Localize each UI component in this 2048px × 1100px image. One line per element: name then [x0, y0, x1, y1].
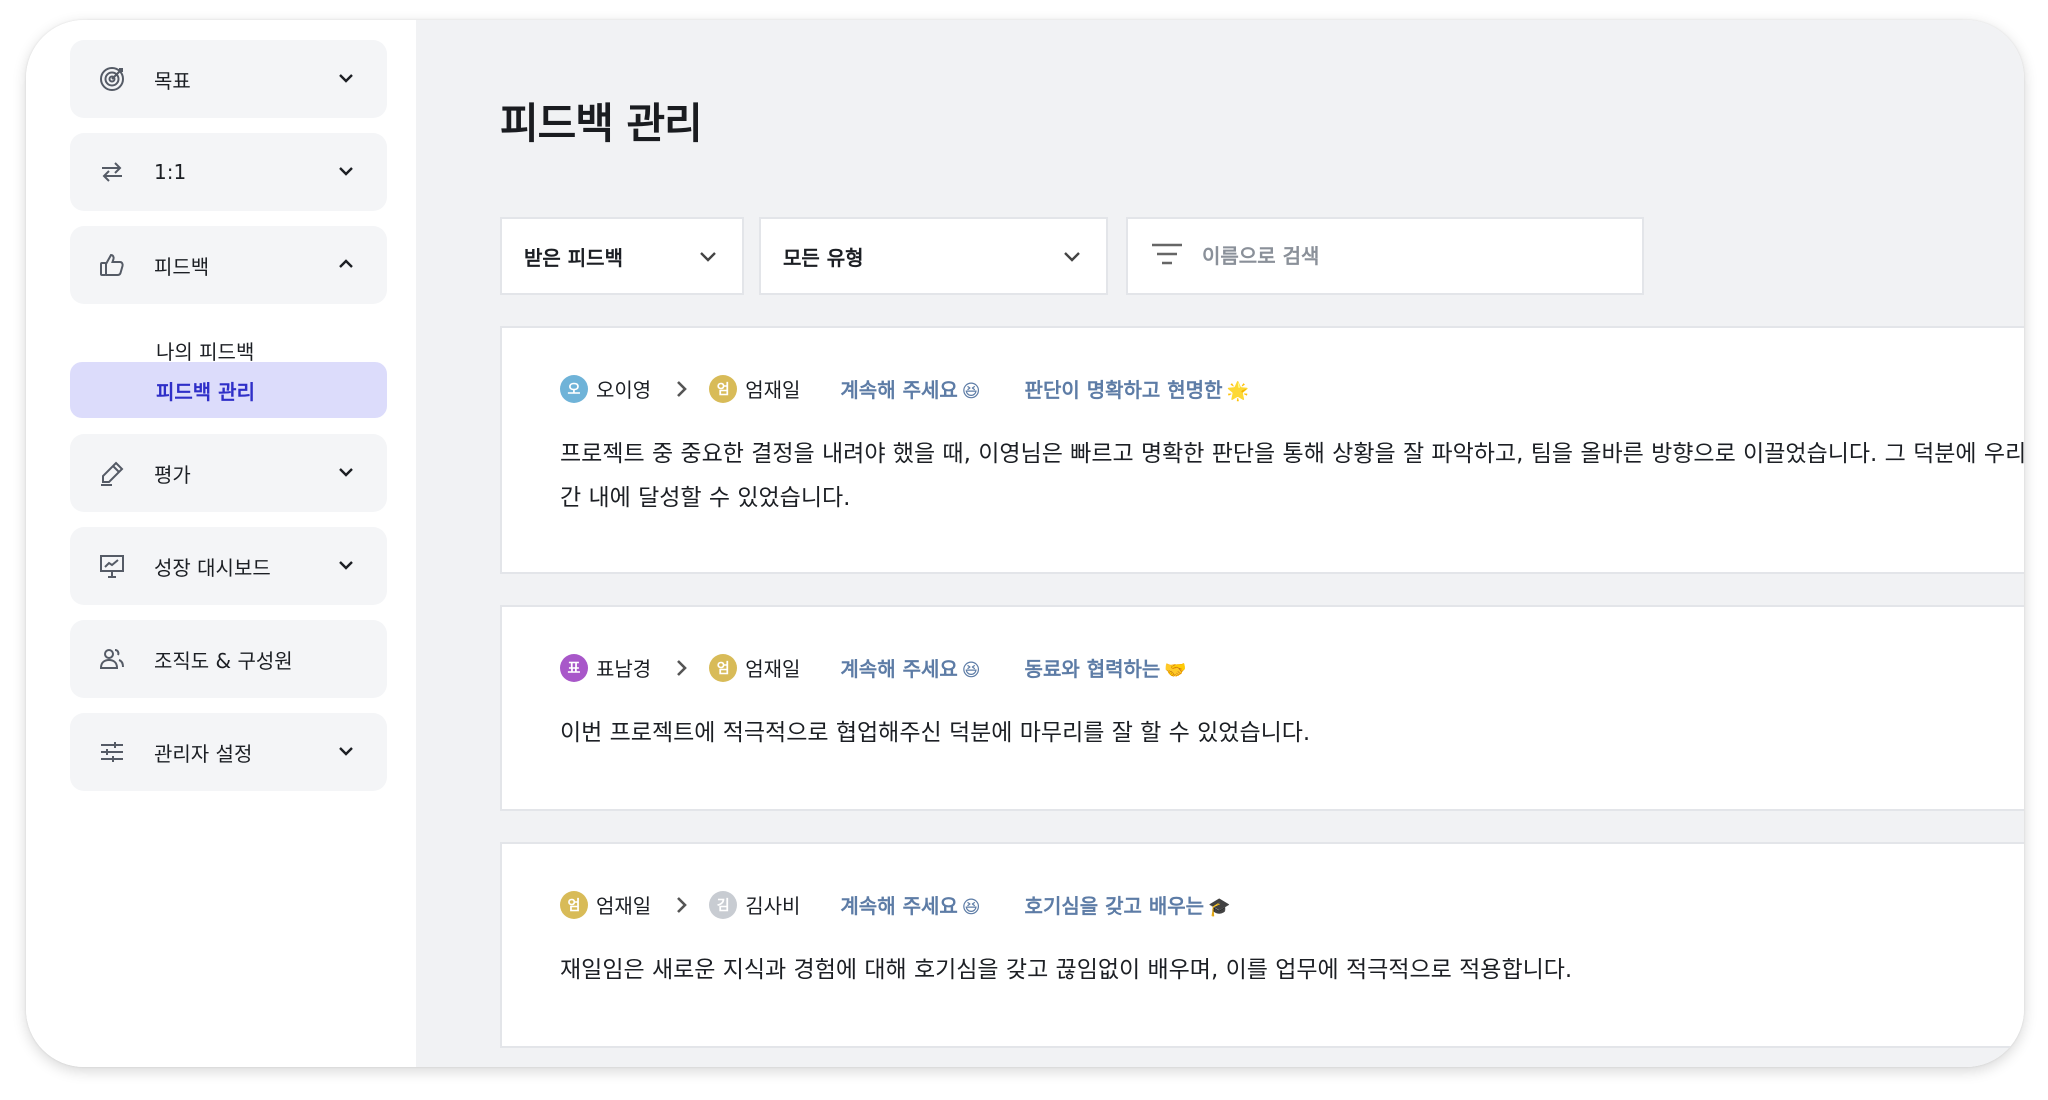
value-tag: 동료와 협력하는 🤝: [1025, 653, 1187, 682]
direction-select[interactable]: 받은 피드백: [500, 217, 744, 295]
sidebar-item-label: 목표: [154, 68, 191, 93]
direction-select-value: 받은 피드백: [524, 245, 623, 270]
type-select[interactable]: 모든 유형: [759, 217, 1108, 295]
sender-name[interactable]: 오이영: [596, 374, 651, 403]
feedback-card[interactable]: 표 표남경 엄 엄재일 계속해 주세요 😆 동료와 협력하는 🤝 이번 프로젝트에 …: [500, 605, 2024, 811]
grin-emoji-icon: 😆: [961, 897, 981, 918]
sidebar-item-feedback[interactable]: 피드백: [70, 226, 387, 304]
chevron-down-icon: [335, 554, 357, 576]
feedback-meta: 엄 엄재일 김 김사비 계속해 주세요 😆 호기심을 갖고 배우는 🎓: [560, 890, 1231, 919]
grin-emoji-icon: 😆: [961, 381, 981, 402]
target-icon: [98, 65, 126, 93]
sidebar-item-label: 조직도 & 구성원: [154, 648, 293, 673]
chevron-down-icon: [1060, 245, 1084, 269]
tag-label: 판단이 명확하고 현명한: [1024, 378, 1223, 402]
sidebar-subitem-feedback-management[interactable]: 피드백 관리: [70, 362, 387, 418]
chevron-down-icon: [335, 67, 357, 89]
sidebar: 목표 1:1 피드백 나의 피드백 피드백 관리 평가 성장 대시보드 조직도 …: [26, 20, 416, 1067]
chevron-down-icon: [696, 245, 720, 269]
avatar: 엄: [709, 653, 738, 682]
avatar: 표: [560, 653, 588, 682]
avatar: 오: [560, 374, 588, 403]
tag-label: 계속해 주세요: [840, 378, 958, 402]
feedback-text-line: 간 내에 달성할 수 있었습니다.: [560, 485, 851, 511]
chevron-right-icon: [671, 379, 691, 399]
avatar: 김: [709, 890, 738, 919]
feedback-text-line: 재일임은 새로운 지식과 경험에 대해 호기심을 갖고 끊임없이 배우며, 이를…: [560, 957, 1573, 983]
avatar: 엄: [709, 374, 738, 403]
feedback-type-tag: 계속해 주세요 😆: [840, 374, 980, 403]
value-tag: 호기심을 갖고 배우는 🎓: [1025, 890, 1231, 919]
feedback-meta: 표 표남경 엄 엄재일 계속해 주세요 😆 동료와 협력하는 🤝: [560, 653, 1187, 682]
sidebar-item-goals[interactable]: 목표: [70, 40, 387, 118]
chevron-down-icon: [335, 461, 357, 483]
search-box[interactable]: [1126, 217, 1644, 295]
sidebar-item-evaluation[interactable]: 평가: [70, 434, 387, 512]
feedback-card[interactable]: 오 오이영 엄 엄재일 계속해 주세요 😆 판단이 명확하고 현명한 🌟 프로젝트 …: [500, 326, 2024, 574]
tag-label: 계속해 주세요: [840, 894, 958, 918]
chevron-right-icon: [671, 658, 691, 678]
sliders-icon: [98, 738, 126, 766]
sender-name[interactable]: 엄재일: [596, 890, 651, 919]
tag-label: 호기심을 갖고 배우는: [1024, 894, 1205, 918]
chevron-down-icon: [335, 160, 357, 182]
sidebar-item-label: 평가: [154, 462, 191, 487]
sidebar-item-one-on-one[interactable]: 1:1: [70, 133, 387, 211]
receiver-name[interactable]: 엄재일: [745, 374, 800, 403]
pen-edit-icon: [98, 459, 126, 487]
feedback-text-line: 프로젝트 중 중요한 결정을 내려야 했을 때, 이영님은 빠르고 명확한 판단…: [560, 441, 2024, 467]
sidebar-item-label: 1:1: [154, 160, 187, 184]
sidebar-item-admin-settings[interactable]: 관리자 설정: [70, 713, 387, 791]
app-window: 목표 1:1 피드백 나의 피드백 피드백 관리 평가 성장 대시보드 조직도 …: [26, 20, 2024, 1067]
grin-emoji-icon: 😆: [961, 660, 981, 681]
star-emoji-icon: 🌟: [1226, 381, 1249, 402]
receiver-name[interactable]: 엄재일: [745, 653, 800, 682]
feedback-meta: 오 오이영 엄 엄재일 계속해 주세요 😆 판단이 명확하고 현명한 🌟: [560, 374, 1249, 403]
feedback-body: 재일임은 새로운 지식과 경험에 대해 호기심을 갖고 끊임없이 배우며, 이를…: [560, 948, 1572, 992]
users-icon: [98, 645, 126, 673]
graduation-cap-emoji-icon: 🎓: [1208, 897, 1231, 918]
tag-label: 동료와 협력하는: [1024, 657, 1161, 681]
feedback-card[interactable]: 엄 엄재일 김 김사비 계속해 주세요 😆 호기심을 갖고 배우는 🎓 재일임은 새…: [500, 842, 2024, 1048]
sidebar-item-growth-dashboard[interactable]: 성장 대시보드: [70, 527, 387, 605]
sidebar-item-label: 성장 대시보드: [154, 555, 271, 580]
sidebar-item-org-chart[interactable]: 조직도 & 구성원: [70, 620, 387, 698]
chevron-up-icon: [335, 253, 357, 275]
feedback-type-tag: 계속해 주세요 😆: [840, 653, 980, 682]
main-content: 피드백 관리 받은 피드백 모든 유형 오 오이영 엄 엄재일 계속해 주세요😆: [416, 20, 2024, 1067]
sidebar-item-label: 관리자 설정: [154, 741, 253, 766]
type-select-value: 모든 유형: [783, 245, 864, 270]
chevron-right-icon: [671, 895, 691, 915]
tag-label: 계속해 주세요: [840, 657, 958, 681]
receiver-name[interactable]: 김사비: [745, 890, 800, 919]
page-title: 피드백 관리: [500, 99, 703, 148]
value-tag: 판단이 명확하고 현명한 🌟: [1025, 374, 1249, 403]
feedback-type-tag: 계속해 주세요 😆: [840, 890, 980, 919]
swap-arrows-icon: [98, 158, 126, 186]
search-input[interactable]: [1202, 244, 1602, 268]
chevron-down-icon: [335, 740, 357, 762]
handshake-emoji-icon: 🤝: [1164, 660, 1187, 681]
sender-name[interactable]: 표남경: [596, 653, 651, 682]
feedback-body: 이번 프로젝트에 적극적으로 협업해주신 덕분에 마무리를 잘 할 수 있었습니…: [560, 711, 1310, 755]
sidebar-item-label: 피드백: [154, 254, 210, 279]
filter-icon: [1150, 241, 1184, 271]
presentation-chart-icon: [98, 552, 126, 580]
feedback-text-line: 이번 프로젝트에 적극적으로 협업해주신 덕분에 마무리를 잘 할 수 있었습니…: [560, 720, 1311, 746]
thumbs-up-icon: [98, 251, 126, 279]
avatar: 엄: [560, 890, 588, 919]
feedback-body: 프로젝트 중 중요한 결정을 내려야 했을 때, 이영님은 빠르고 명확한 판단…: [560, 432, 2024, 520]
